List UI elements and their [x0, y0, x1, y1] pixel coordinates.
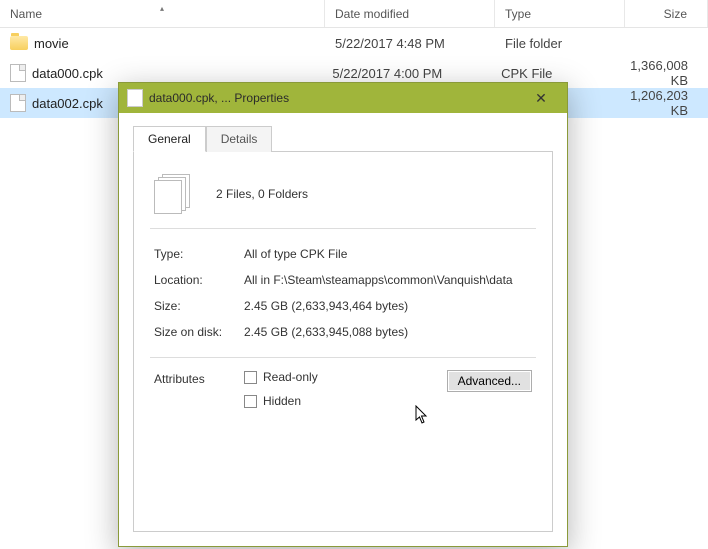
file-icon [10, 94, 26, 112]
properties-dialog: data000.cpk, ... Properties ✕ General De… [118, 82, 568, 547]
file-date: 5/22/2017 4:00 PM [322, 66, 491, 81]
hidden-checkbox[interactable] [244, 395, 257, 408]
header-size[interactable]: Size [625, 0, 708, 27]
type-label: Type: [154, 247, 244, 261]
location-label: Location: [154, 273, 244, 287]
file-name: data000.cpk [32, 66, 103, 81]
file-size: 1,366,008 KB [620, 58, 708, 88]
close-button[interactable]: ✕ [521, 86, 561, 110]
summary-text: 2 Files, 0 Folders [216, 187, 308, 201]
disk-size-label: Size on disk: [154, 325, 244, 339]
file-date: 5/22/2017 4:48 PM [325, 36, 495, 51]
header-date[interactable]: Date modified [325, 0, 495, 27]
sort-caret-icon: ▴ [160, 4, 164, 13]
type-value: All of type CPK File [244, 247, 532, 261]
file-icon [10, 64, 26, 82]
file-size: 1,206,203 KB [620, 88, 708, 118]
file-name: data002.cpk [32, 96, 103, 111]
header-name[interactable]: Name▴ [0, 0, 325, 27]
advanced-button[interactable]: Advanced... [447, 370, 532, 392]
readonly-label: Read-only [263, 370, 318, 384]
location-value: All in F:\Steam\steamapps\common\Vanquis… [244, 273, 532, 287]
disk-size-value: 2.45 GB (2,633,945,088 bytes) [244, 325, 532, 339]
dialog-title: data000.cpk, ... Properties [149, 91, 515, 105]
dialog-titlebar[interactable]: data000.cpk, ... Properties ✕ [119, 83, 567, 113]
document-icon [127, 89, 143, 107]
file-row[interactable]: movie 5/22/2017 4:48 PM File folder [0, 28, 708, 58]
header-type[interactable]: Type [495, 0, 625, 27]
size-value: 2.45 GB (2,633,943,464 bytes) [244, 299, 532, 313]
readonly-checkbox[interactable] [244, 371, 257, 384]
attributes-label: Attributes [154, 370, 244, 386]
file-type: File folder [495, 36, 625, 51]
tab-strip: General Details [133, 125, 553, 152]
tab-general[interactable]: General [133, 126, 206, 152]
tab-details[interactable]: Details [206, 126, 273, 152]
hidden-label: Hidden [263, 394, 301, 408]
tab-content-general: 2 Files, 0 Folders Type:All of type CPK … [133, 152, 553, 532]
multi-file-icon [154, 174, 194, 214]
folder-icon [10, 36, 28, 50]
column-headers: Name▴ Date modified Type Size [0, 0, 708, 28]
file-name: movie [34, 36, 69, 51]
file-type: CPK File [491, 66, 620, 81]
size-label: Size: [154, 299, 244, 313]
